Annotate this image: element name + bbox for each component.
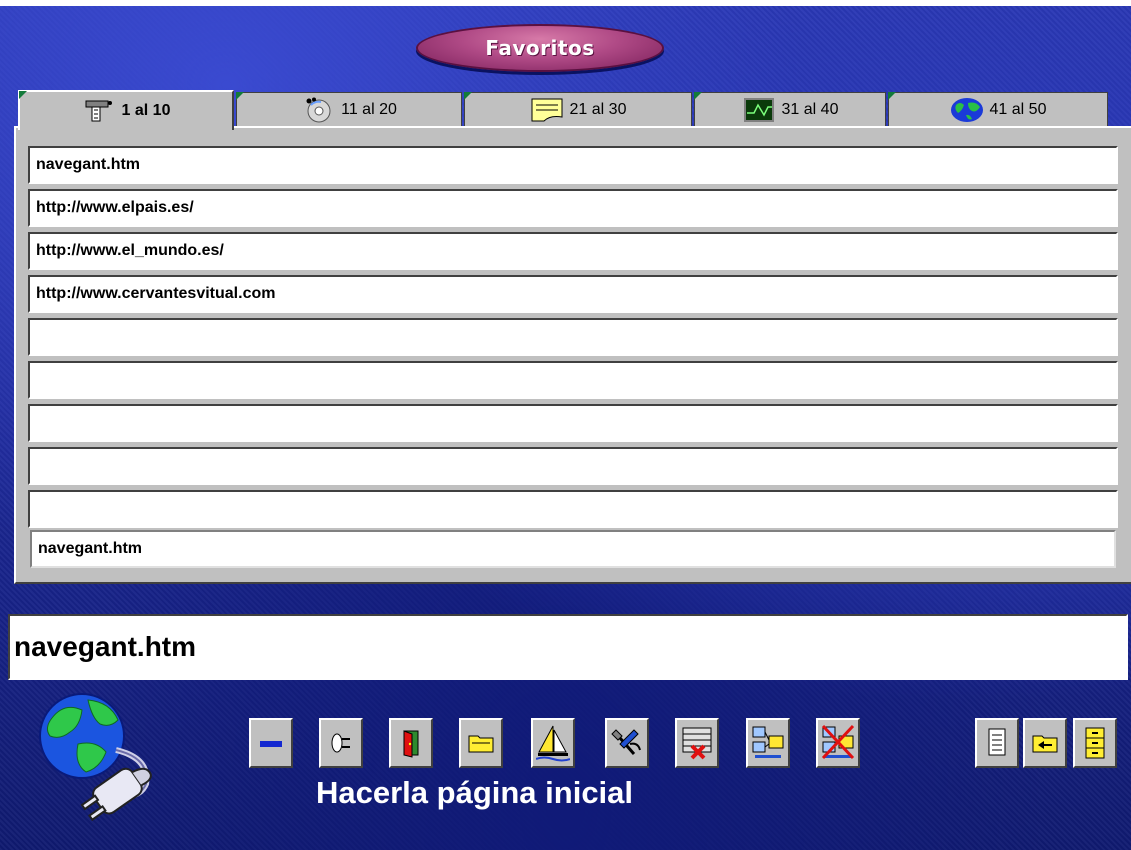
plug-button[interactable] [319,718,363,768]
delete-list-button[interactable] [675,718,719,768]
tab-31-al-40[interactable]: 31 al 40 [694,92,886,126]
favorite-entry-5[interactable] [28,318,1118,356]
sailboat-button[interactable] [531,718,575,768]
folder-icon [468,735,494,753]
remove-button[interactable] [249,718,293,768]
window-title: Favoritos [485,36,595,60]
folder-back-icon [1032,735,1058,753]
favorite-entry-6[interactable] [28,361,1118,399]
favorite-entry-10[interactable]: navegant.htm [30,530,1116,568]
open-folder-button[interactable] [459,718,503,768]
favorite-entry-2[interactable]: http://www.elpais.es/ [28,189,1118,227]
favorite-entry-7[interactable] [28,404,1118,442]
plug-icon [331,733,350,753]
document-button[interactable] [975,718,1019,768]
favorite-entry-3[interactable]: http://www.el_mundo.es/ [28,232,1118,270]
tab-label: 11 al 20 [341,100,397,118]
tab-11-al-20[interactable]: 11 al 20 [236,92,462,126]
wrench-tools-icon [82,98,116,124]
delete-list-icon [682,727,712,760]
note-paper-icon [530,97,564,123]
favorite-entry-9[interactable] [28,490,1118,528]
tab-label: 1 al 10 [121,102,171,119]
tab-label: 21 al 30 [569,100,627,118]
cabinet-icon [1085,727,1105,759]
favorite-entry-4[interactable]: http://www.cervantesvitual.com [28,275,1118,313]
top-strip [0,0,1131,6]
door-icon [403,730,419,758]
network-icon [752,726,784,758]
cabinet-button[interactable] [1073,718,1117,768]
title-pill: Favoritos [416,24,664,72]
network-button[interactable] [746,718,790,768]
globe-plug-icon[interactable] [30,688,170,844]
sailboat-icon [536,725,570,762]
document-icon [988,728,1006,756]
favorite-entry-1[interactable]: navegant.htm [28,146,1118,184]
cd-disc-icon [301,97,335,123]
tab-strip: 1 al 10 11 al 20 21 al 30 31 al 40 41 al… [14,90,1131,130]
status-label: Hacerla página inicial [316,775,634,810]
oscilloscope-icon [742,97,776,123]
minus-icon [260,741,282,747]
tab-label: 41 al 50 [989,100,1047,118]
tab-21-al-30[interactable]: 21 al 30 [464,92,692,126]
disconnect-network-button[interactable] [816,718,860,768]
disconnect-icon [821,724,855,760]
tab-41-al-50[interactable]: 41 al 50 [888,92,1108,126]
tools-button[interactable] [605,718,649,768]
exit-door-button[interactable] [389,718,433,768]
tab-label: 31 al 40 [781,100,839,118]
tab-1-al-10[interactable]: 1 al 10 [18,90,234,130]
tools-icon [611,729,641,755]
folder-back-button[interactable] [1023,718,1067,768]
globe-icon [950,97,984,123]
address-field[interactable]: navegant.htm [8,614,1128,680]
favorite-entry-8[interactable] [28,447,1118,485]
